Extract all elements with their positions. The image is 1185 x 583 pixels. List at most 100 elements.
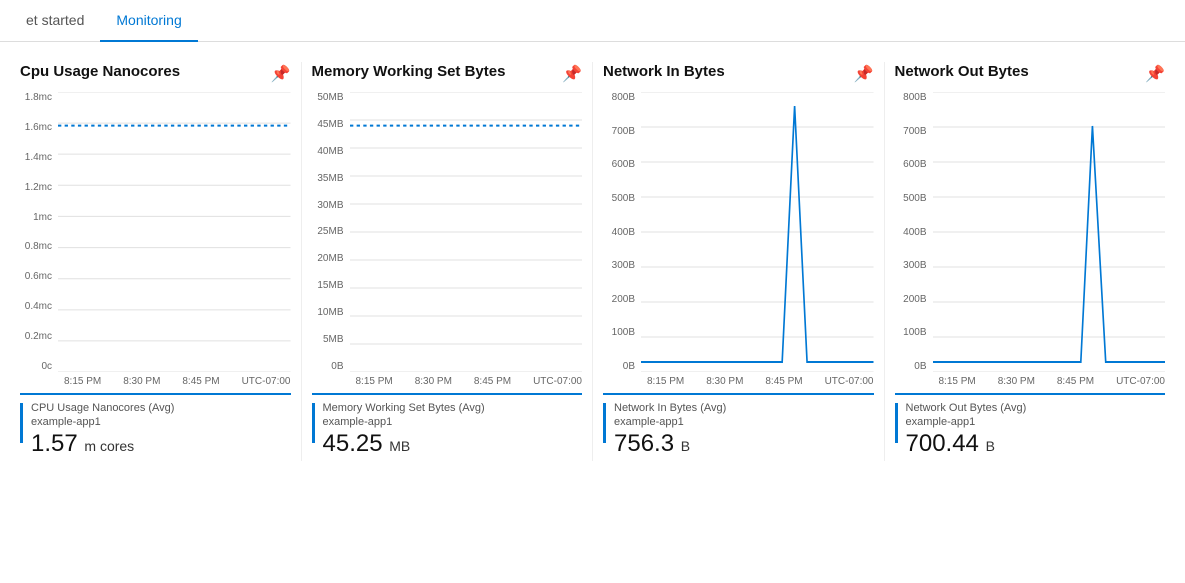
y-axis-label: 0c (20, 361, 52, 372)
chart-area-network-out: 0B100B200B300B400B500B600B700B800B (895, 92, 1166, 372)
y-axis-label: 1.2mc (20, 182, 52, 193)
chart-title-cpu: Cpu Usage Nanocores (20, 62, 180, 82)
x-axis-network-in: 8:15 PM 8:30 PM 8:45 PM UTC-07:00 (603, 376, 874, 387)
x-axis-network-out: 8:15 PM 8:30 PM 8:45 PM UTC-07:00 (895, 376, 1166, 387)
y-axis-label: 15MB (312, 280, 344, 291)
legend-unit-memory: MB (389, 438, 410, 454)
chart-header-network-in: Network In Bytes 📌 (603, 62, 874, 84)
x-axis-label: 8:30 PM (998, 376, 1035, 387)
pin-icon-network-out[interactable]: 📌 (1145, 64, 1165, 84)
y-axis-label: 5MB (312, 334, 344, 345)
y-axis-label: 0B (603, 361, 635, 372)
y-axis-label: 50MB (312, 92, 344, 103)
chart-svg-network-out (933, 92, 1166, 372)
legend-name-cpu: CPU Usage Nanocores (Avg) (31, 401, 291, 416)
y-axis-label: 1.8mc (20, 92, 52, 103)
chart-svg-network-in (641, 92, 874, 372)
y-axis-label: 35MB (312, 173, 344, 184)
chart-title-network-out: Network Out Bytes (895, 62, 1029, 82)
chart-area-cpu: 0c0.2mc0.4mc0.6mc0.8mc1mc1.2mc1.4mc1.6mc… (20, 92, 291, 372)
y-axis-network-out: 0B100B200B300B400B500B600B700B800B (895, 92, 933, 372)
x-axis-label: 8:15 PM (356, 376, 393, 387)
legend-unit-cpu: m cores (84, 438, 134, 454)
chart-panel-memory: Memory Working Set Bytes 📌 0B 5MB 10MB 15MB 20… (302, 62, 594, 461)
y-axis-label: 0.8mc (20, 241, 52, 252)
legend-value-network-out: 700.44 B (906, 430, 1166, 459)
y-axis-label: 10MB (312, 307, 344, 318)
legend-value-memory: 45.25 MB (323, 430, 583, 459)
y-axis-label: 0B (312, 361, 344, 372)
legend-bar-network-in (603, 403, 606, 443)
y-axis-label: 0.6mc (20, 271, 52, 282)
legend-unit-network-in: B (681, 438, 690, 454)
legend-sub-network-in: example-app1 (614, 416, 874, 428)
x-axis-label: 8:30 PM (706, 376, 743, 387)
y-axis-label: 400B (895, 227, 927, 238)
y-axis-label: 700B (895, 126, 927, 137)
legend-value-network-in: 756.3 B (614, 430, 874, 459)
y-axis-label: 1.4mc (20, 152, 52, 163)
x-axis-label: UTC-07:00 (533, 376, 582, 387)
y-axis-label: 1mc (20, 212, 52, 223)
y-axis-label: 20MB (312, 253, 344, 264)
chart-title-network-in: Network In Bytes (603, 62, 725, 82)
y-axis-label: 100B (603, 327, 635, 338)
y-axis-label: 400B (603, 227, 635, 238)
chart-title-memory: Memory Working Set Bytes (312, 62, 506, 82)
legend-name-network-out: Network Out Bytes (Avg) (906, 401, 1166, 416)
y-axis-label: 0.2mc (20, 331, 52, 342)
chart-plot-network-out (933, 92, 1166, 372)
x-axis-label: UTC-07:00 (242, 376, 291, 387)
y-axis-label: 200B (603, 294, 635, 305)
x-axis-label: 8:15 PM (647, 376, 684, 387)
legend-info-network-in: Network In Bytes (Avg)example-app1 756.3 … (614, 401, 874, 459)
chart-area-memory: 0B5MB10MB15MB20MB25MB30MB35MB40MB45MB50M… (312, 92, 583, 372)
y-axis-label: 100B (895, 327, 927, 338)
legend-name-memory: Memory Working Set Bytes (Avg) (323, 401, 583, 416)
legend-network-in: Network In Bytes (Avg)example-app1 756.3 … (603, 393, 874, 461)
y-axis-label: 600B (895, 159, 927, 170)
chart-plot-memory (350, 92, 583, 372)
x-axis-label: 8:15 PM (939, 376, 976, 387)
legend-bar-network-out (895, 403, 898, 443)
x-axis-label: 8:45 PM (474, 376, 511, 387)
legend-sub-cpu: example-app1 (31, 416, 291, 428)
y-axis-label: 30MB (312, 200, 344, 211)
y-axis-label: 800B (603, 92, 635, 103)
y-axis-label: 700B (603, 126, 635, 137)
y-axis-cpu: 0c0.2mc0.4mc0.6mc0.8mc1mc1.2mc1.4mc1.6mc… (20, 92, 58, 372)
x-axis-label: 8:45 PM (182, 376, 219, 387)
legend-name-network-in: Network In Bytes (Avg) (614, 401, 874, 416)
chart-plot-cpu (58, 92, 291, 372)
y-axis-label: 300B (895, 260, 927, 271)
chart-panel-network-in: Network In Bytes📌0B100B200B300B400B500B6… (593, 62, 885, 461)
x-axis-label: 8:15 PM (64, 376, 101, 387)
legend-bar-memory (312, 403, 315, 443)
legend-info-network-out: Network Out Bytes (Avg)example-app1700.4… (906, 401, 1166, 459)
chart-header-memory: Memory Working Set Bytes 📌 (312, 62, 583, 84)
pin-icon-network-in[interactable]: 📌 (854, 64, 874, 84)
y-axis-label: 200B (895, 294, 927, 305)
x-axis-label: 8:30 PM (123, 376, 160, 387)
tab-get-started[interactable]: et started (10, 0, 100, 42)
y-axis-label: 600B (603, 159, 635, 170)
legend-value-cpu: 1.57 m cores (31, 430, 291, 459)
y-axis-label: 300B (603, 260, 635, 271)
pin-icon-cpu[interactable]: 📌 (271, 64, 291, 84)
y-axis-label: 500B (895, 193, 927, 204)
charts-container: Cpu Usage Nanocores📌0c0.2mc0.4mc0.6mc0.8… (0, 42, 1185, 471)
tab-monitoring[interactable]: Monitoring (100, 0, 197, 42)
y-axis-label: 1.6mc (20, 122, 52, 133)
legend-sub-memory: example-app1 (323, 416, 583, 428)
y-axis-label: 25MB (312, 226, 344, 237)
chart-header-cpu: Cpu Usage Nanocores 📌 (20, 62, 291, 84)
pin-icon-memory[interactable]: 📌 (562, 64, 582, 84)
x-axis-label: UTC-07:00 (1116, 376, 1165, 387)
x-axis-label: 8:45 PM (1057, 376, 1094, 387)
y-axis-label: 40MB (312, 146, 344, 157)
x-axis-label: 8:45 PM (765, 376, 802, 387)
x-axis-label: UTC-07:00 (825, 376, 874, 387)
chart-svg-memory (350, 92, 583, 372)
legend-cpu: CPU Usage Nanocores (Avg)example-app1 1.5… (20, 393, 291, 461)
chart-svg-cpu (58, 92, 291, 372)
